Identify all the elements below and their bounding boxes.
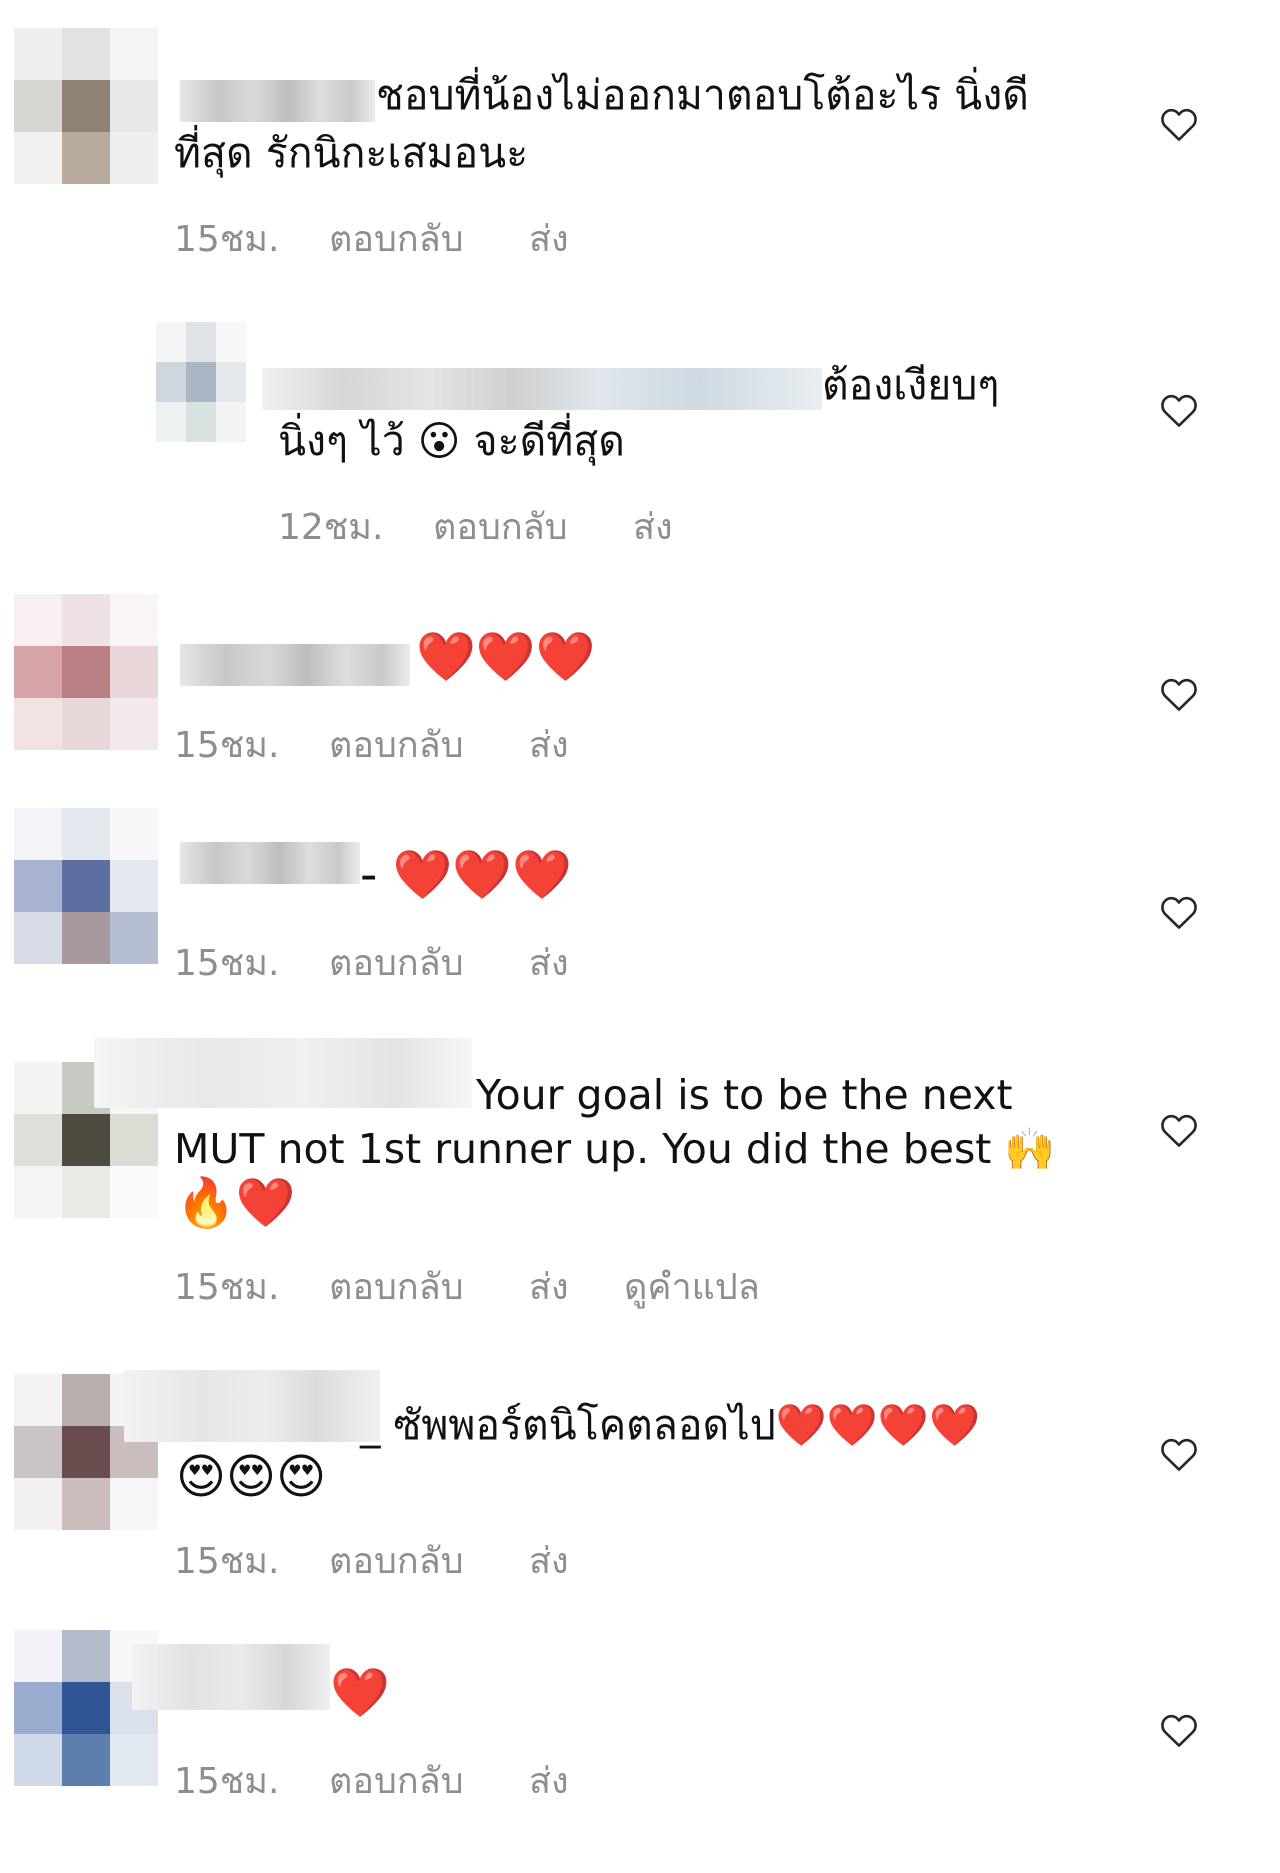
username-blurred[interactable] <box>180 644 410 686</box>
comment-text: ❤️ <box>330 1665 390 1721</box>
comment-meta: 15ชม. ตอบกลับ ส่ง <box>174 934 624 991</box>
heart-outline-icon[interactable] <box>1159 676 1199 712</box>
username-blurred[interactable] <box>180 842 360 884</box>
avatar[interactable] <box>156 322 246 442</box>
heart-outline-icon[interactable] <box>1159 106 1199 142</box>
heart-outline-icon[interactable] <box>1159 1112 1199 1148</box>
comment-text: ที่สุด รักนิกะเสมอนะ <box>174 129 529 177</box>
send-button[interactable]: ส่ง <box>529 1258 624 1315</box>
heart-outline-icon[interactable] <box>1159 1436 1199 1472</box>
comment-text: 🔥❤️ <box>176 1175 296 1231</box>
comment-text: _ ซัพพอร์ตนิโคตลอดไป❤️❤️❤️❤️ <box>360 1401 981 1449</box>
comment-text: 😍😍😍 <box>176 1449 327 1505</box>
comment-text: ❤️❤️❤️ <box>416 629 596 685</box>
reply-button[interactable]: ตอบกลับ <box>329 1752 529 1809</box>
comment-meta: 15ชม. ตอบกลับ ส่ง <box>174 1752 624 1809</box>
reply-button[interactable]: ตอบกลับ <box>329 716 529 773</box>
send-button[interactable]: ส่ง <box>529 210 624 267</box>
username-blurred[interactable] <box>180 80 375 122</box>
comment-meta: 15ชม. ตอบกลับ ส่ง <box>174 210 624 267</box>
comment-meta: 15ชม. ตอบกลับ ส่ง <box>174 1532 624 1589</box>
timestamp: 15ชม. <box>174 1761 280 1802</box>
comment-text: Your goal is to be the next <box>476 1071 1013 1119</box>
timestamp: 12ชม. <box>278 507 384 548</box>
timestamp: 15ชม. <box>174 1541 280 1582</box>
comment-meta: 12ชม. ตอบกลับ ส่ง <box>278 498 728 555</box>
send-button[interactable]: ส่ง <box>633 498 728 555</box>
username-blurred[interactable] <box>94 1038 472 1108</box>
heart-outline-icon[interactable] <box>1159 894 1199 930</box>
avatar[interactable] <box>14 28 158 184</box>
username-blurred[interactable] <box>132 1644 330 1710</box>
see-translation-button[interactable]: ดูคำแปล <box>624 1258 760 1315</box>
comment-meta: 15ชม. ตอบกลับ ส่ง <box>174 716 624 773</box>
timestamp: 15ชม. <box>174 725 280 766</box>
reply-button[interactable]: ตอบกลับ <box>329 210 529 267</box>
heart-outline-icon[interactable] <box>1159 392 1199 428</box>
reply-button[interactable]: ตอบกลับ <box>329 1258 529 1315</box>
username-blurred[interactable] <box>262 368 822 410</box>
timestamp: 15ชม. <box>174 1267 280 1308</box>
send-button[interactable]: ส่ง <box>529 934 624 991</box>
heart-outline-icon[interactable] <box>1159 1712 1199 1748</box>
comment-text: - ❤️❤️❤️ <box>360 847 572 903</box>
username-blurred[interactable] <box>124 1370 380 1442</box>
timestamp: 15ชม. <box>174 219 280 260</box>
avatar[interactable] <box>14 808 158 964</box>
comment-text: ชอบที่น้องไม่ออกมาตอบโต้อะไร นิ่งดี <box>376 71 1029 119</box>
reply-button[interactable]: ตอบกลับ <box>433 498 633 555</box>
reply-button[interactable]: ตอบกลับ <box>329 934 529 991</box>
send-button[interactable]: ส่ง <box>529 1752 624 1809</box>
send-button[interactable]: ส่ง <box>529 716 624 773</box>
comment-text: MUT not 1st runner up. You did the best … <box>174 1125 1056 1173</box>
comment-text: นิ่งๆ ไว้ 😮 จะดีที่สุด <box>278 417 625 465</box>
send-button[interactable]: ส่ง <box>529 1532 624 1589</box>
avatar[interactable] <box>14 594 158 750</box>
reply-button[interactable]: ตอบกลับ <box>329 1532 529 1589</box>
comment-meta: 15ชม. ตอบกลับ ส่ง ดูคำแปล <box>174 1258 760 1315</box>
comment-text: ต้องเงียบๆ <box>822 361 1000 409</box>
timestamp: 15ชม. <box>174 943 280 984</box>
